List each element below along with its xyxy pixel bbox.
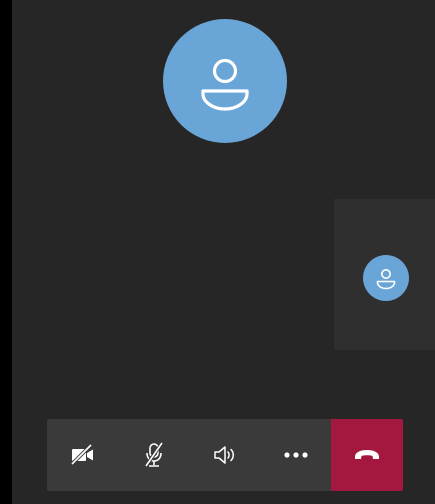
more-icon [283,452,308,458]
call-control-bar [47,419,403,491]
left-edge [0,0,12,504]
call-stage [12,0,435,504]
speaker-icon [213,446,234,464]
hangup-button[interactable] [331,419,403,491]
more-options-button[interactable] [260,419,331,491]
hangup-icon [355,450,379,459]
camera-toggle-button[interactable] [47,419,118,491]
participant-avatar [163,19,287,143]
self-avatar [363,255,409,301]
speaker-button[interactable] [189,419,260,491]
camera-off-icon [70,444,93,466]
microphone-toggle-button[interactable] [118,419,189,491]
person-icon [201,58,249,111]
mic-off-icon [144,442,163,467]
self-preview-tile[interactable] [334,199,435,350]
person-icon [376,269,396,290]
